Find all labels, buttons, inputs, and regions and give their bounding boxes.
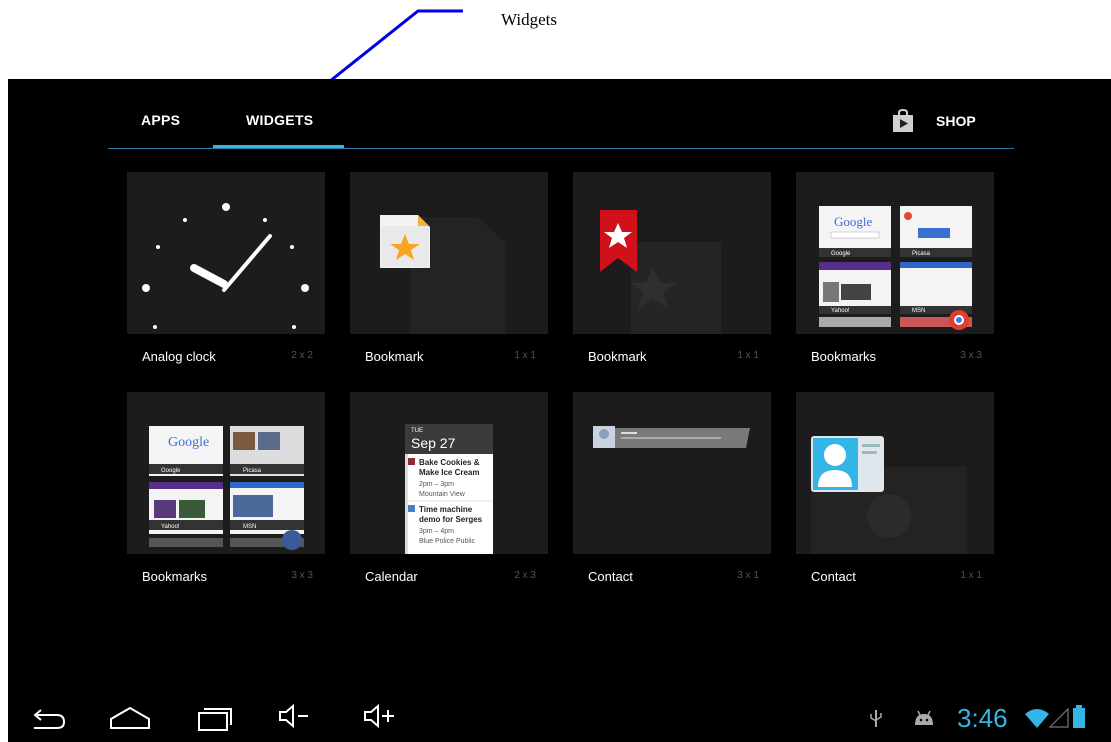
msn-thumb-label: MSN (912, 308, 925, 314)
google-thumb-label: Google (831, 251, 851, 257)
widget-name: Bookmarks (811, 349, 877, 364)
usb-icon (870, 710, 882, 727)
contact-wide-preview (573, 392, 771, 554)
clock-time: 3:46 (957, 703, 1008, 733)
bookmark-ribbon-icon (600, 210, 721, 334)
event-1-place: Mountain View (419, 491, 466, 498)
shop-button[interactable]: SHOP (892, 108, 976, 134)
widget-name: Bookmarks (142, 569, 208, 584)
widget-size: 2 x 3 (514, 570, 536, 581)
widget-size: 3 x 3 (291, 570, 313, 581)
bookmark-file-preview (350, 172, 548, 334)
device-screen: APPS WIDGETS SHOP Analog clock 2 x 2 Boo… (8, 79, 1111, 742)
yahoo-thumb-label: Yahoo! (831, 308, 850, 314)
analog-clock-preview (127, 172, 325, 334)
tab-bar: APPS WIDGETS SHOP (8, 79, 1111, 151)
back-icon[interactable] (28, 709, 68, 731)
calendar-thumbnail-icon: TUE Sep 27 Bake Cookies & Make Ice Cream… (405, 424, 493, 554)
contact-card-icon (811, 436, 967, 554)
widget-bookmark-2[interactable]: Bookmark 1 x 1 (573, 172, 771, 384)
event-1-title-line2: Make Ice Cream (419, 468, 479, 477)
widget-name: Contact (811, 569, 856, 584)
widget-bookmark-1[interactable]: Bookmark 1 x 1 (350, 172, 548, 384)
widget-size: 2 x 2 (291, 350, 313, 361)
widget-size: 3 x 1 (737, 570, 759, 581)
widget-size: 1 x 1 (737, 350, 759, 361)
widget-name: Analog clock (142, 349, 216, 364)
calendar-weekday: TUE (411, 428, 423, 434)
calendar-date: Sep 27 (411, 435, 456, 451)
annotation-label: Widgets (501, 10, 557, 29)
analog-clock-icon (142, 203, 309, 329)
battery-icon (1073, 705, 1085, 728)
widget-name: Bookmark (365, 349, 424, 364)
event-2-time: 3pm – 4pm (419, 528, 454, 535)
widget-contact-card[interactable]: Contact 1 x 1 (796, 392, 994, 604)
event-2-title-line2: demo for Serges (419, 515, 483, 524)
calendar-preview: TUE Sep 27 Bake Cookies & Make Ice Cream… (350, 392, 548, 554)
tab-widgets[interactable]: WIDGETS (246, 112, 313, 128)
contact-card-preview (796, 392, 994, 554)
bookmarks-thumbnails-icon: Google Google Picasa Yahoo! MSN (149, 426, 304, 550)
widget-size: 1 x 1 (514, 350, 536, 361)
widget-name: Bookmark (588, 349, 647, 364)
widget-bookmarks-2[interactable]: Google Google Picasa Yahoo! MSN Bookmark… (127, 392, 325, 604)
yahoo-thumb-label: Yahoo! (161, 524, 180, 530)
google-thumb-text: Google (168, 435, 209, 450)
recent-apps-icon[interactable] (197, 703, 233, 731)
bookmark-ribbon-preview (573, 172, 771, 334)
widget-name: Calendar (365, 569, 418, 584)
tab-apps[interactable]: APPS (141, 112, 180, 128)
system-bar: 3:46 (8, 691, 1111, 742)
event-1-title-line1: Bake Cookies & (419, 458, 480, 467)
bookmarks-grid-preview: Google Google Picasa Yahoo! MSN (127, 392, 325, 554)
widget-bookmarks-1[interactable]: Google Google Picasa Yahoo! MSN Bookmark… (796, 172, 994, 384)
bookmark-file-icon (380, 215, 505, 334)
widget-size: 1 x 1 (960, 570, 982, 581)
google-thumb-text: Google (834, 214, 873, 229)
bookmarks-thumbnails-icon: Google Google Picasa Yahoo! MSN (819, 206, 972, 330)
shop-label: SHOP (936, 113, 976, 129)
widget-size: 3 x 3 (960, 350, 982, 361)
widget-contact-wide[interactable]: Contact 3 x 1 (573, 392, 771, 604)
picasa-thumb-label: Picasa (243, 468, 262, 474)
play-store-bag-icon (893, 109, 913, 132)
android-debug-icon (915, 710, 933, 725)
widget-calendar[interactable]: TUE Sep 27 Bake Cookies & Make Ice Cream… (350, 392, 548, 604)
bookmarks-grid-preview: Google Google Picasa Yahoo! MSN (796, 172, 994, 334)
volume-up-icon[interactable] (363, 703, 397, 729)
event-1-time: 2pm – 3pm (419, 481, 454, 488)
home-icon[interactable] (108, 705, 152, 731)
contact-quick-icon (593, 426, 750, 448)
event-2-title-line1: Time machine (419, 505, 473, 514)
signal-icon (1048, 707, 1069, 728)
tab-divider (108, 148, 1014, 149)
google-thumb-label: Google (161, 468, 181, 474)
widget-analog-clock[interactable]: Analog clock 2 x 2 (127, 172, 325, 384)
msn-thumb-label: MSN (243, 524, 256, 530)
event-2-place: Blue Police Public (419, 538, 476, 545)
widget-name: Contact (588, 569, 633, 584)
picasa-thumb-label: Picasa (912, 251, 931, 257)
volume-down-icon[interactable] (278, 703, 312, 729)
wifi-icon (1025, 709, 1049, 728)
